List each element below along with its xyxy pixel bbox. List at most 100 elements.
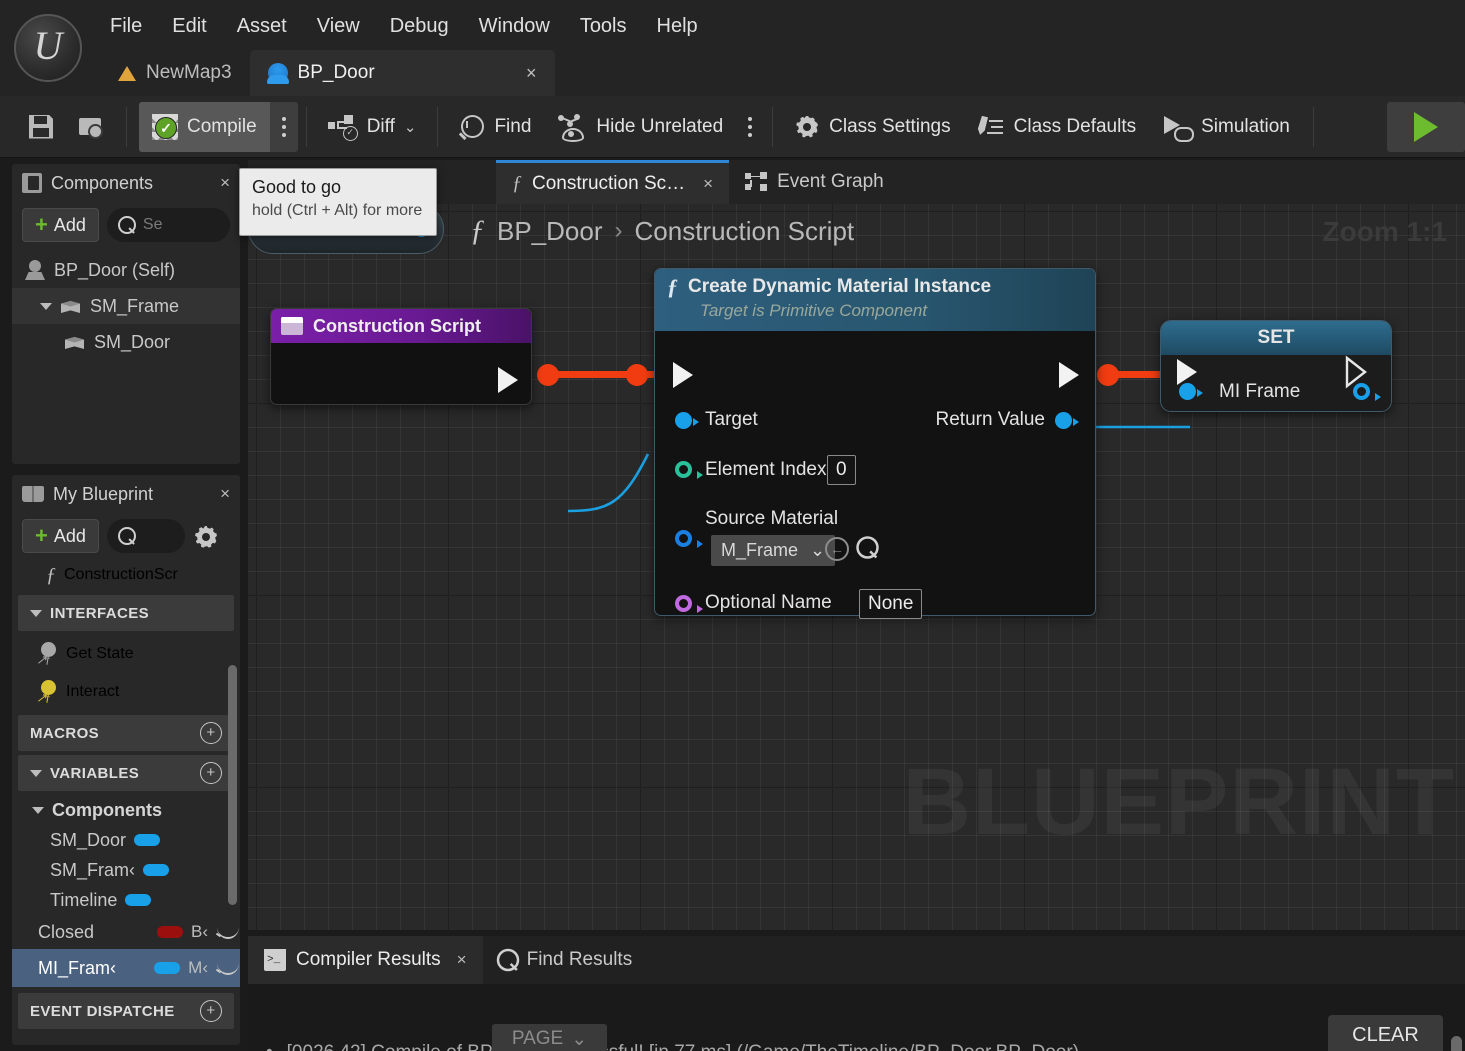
input-source-material-dropdown[interactable]: M_Frame ⌄ — [711, 535, 836, 566]
hide-unrelated-options-button[interactable] — [736, 116, 764, 137]
browse-to-asset-button[interactable]: ← — [825, 537, 849, 561]
menu-item-view[interactable]: View — [303, 10, 374, 43]
page-dropdown-button[interactable]: PAGE ⌄ — [492, 1024, 607, 1051]
blueprint-graph-canvas[interactable]: ƒ BP_Door › Construction Script Zoom 1:1… — [248, 204, 1465, 930]
my-blueprint-scrollbar[interactable] — [228, 665, 237, 905]
expander-triangle-icon[interactable] — [30, 769, 42, 777]
exec-input-pin[interactable] — [673, 362, 693, 388]
simulation-button[interactable]: Simulation — [1149, 104, 1303, 150]
expander-triangle-icon[interactable] — [30, 609, 42, 617]
graph-item-construction-script[interactable]: ƒ ConstructionScr — [12, 559, 240, 591]
add-variable-button[interactable]: + — [200, 762, 222, 784]
menu-item-window[interactable]: Window — [465, 10, 564, 43]
variable-group-label: Components — [52, 799, 162, 820]
hide-unrelated-button[interactable]: Hide Unrelated — [544, 104, 736, 150]
eye-hidden-icon[interactable] — [216, 961, 240, 975]
variable-type-label: B‹ — [191, 922, 208, 941]
add-event-dispatcher-button[interactable]: + — [200, 1000, 222, 1022]
components-search-input[interactable]: Se — [106, 208, 230, 242]
pin-mi-frame-input[interactable] — [1179, 383, 1203, 400]
expander-triangle-icon[interactable] — [40, 302, 52, 310]
browse-button[interactable] — [66, 104, 118, 150]
input-element-index[interactable]: 0 — [827, 455, 856, 485]
breadcrumb-root[interactable]: BP_Door — [497, 216, 603, 247]
compile-options-button[interactable] — [270, 116, 298, 137]
section-interfaces[interactable]: INTERFACES — [18, 595, 234, 631]
pin-optional-name[interactable] — [675, 595, 703, 613]
section-macros[interactable]: MACROS + — [18, 715, 234, 751]
add-macro-button[interactable]: + — [200, 722, 222, 744]
menu-item-file[interactable]: File — [96, 10, 156, 43]
tab-compiler-results[interactable]: Compiler Results × — [248, 936, 483, 984]
variable-row-timeline[interactable]: Timeline — [12, 885, 240, 915]
close-icon[interactable]: × — [220, 173, 230, 193]
components-add-button[interactable]: + Add — [22, 208, 99, 242]
asset-tab-bp-door[interactable]: BP_Door × — [249, 50, 555, 96]
variable-row-mi-frame[interactable]: MI_Fram‹ M‹ — [12, 949, 240, 987]
tab-event-graph[interactable]: Event Graph — [729, 160, 900, 204]
close-icon[interactable]: × — [220, 484, 230, 504]
close-icon[interactable]: × — [703, 174, 713, 194]
menu-item-debug[interactable]: Debug — [376, 10, 463, 43]
exec-wire-knob — [1097, 364, 1119, 386]
class-settings-button[interactable]: Class Settings — [781, 104, 963, 150]
breadcrumb: ƒ BP_Door › Construction Script — [470, 214, 854, 248]
menu-item-help[interactable]: Help — [643, 10, 712, 43]
menu-item-asset[interactable]: Asset — [223, 10, 301, 43]
component-row-sm-frame[interactable]: SM_Frame — [12, 288, 240, 324]
close-icon[interactable]: × — [457, 950, 467, 970]
component-row-self[interactable]: BP_Door (Self) — [12, 252, 240, 288]
variable-row-closed[interactable]: Closed B‹ — [12, 915, 240, 949]
asset-tab-bar: NewMap3 BP_Door × — [100, 50, 555, 96]
pin-return-value[interactable] — [1055, 412, 1079, 429]
map-icon — [118, 65, 136, 81]
gear-icon[interactable] — [193, 524, 217, 548]
pin-target[interactable] — [675, 412, 699, 429]
node-construction-script[interactable]: Construction Script — [270, 308, 532, 405]
save-button[interactable] — [16, 104, 66, 150]
unreal-engine-logo-icon[interactable]: U — [14, 14, 82, 82]
section-variables[interactable]: VARIABLES + — [18, 755, 234, 791]
component-row-sm-door[interactable]: SM_Door — [12, 324, 240, 360]
interface-function-icon: ↗ ƒ — [36, 644, 58, 666]
interface-item-interact[interactable]: ↗ ƒ Interact — [12, 673, 240, 711]
compiler-results-log[interactable]: • [0026.42] Compile of BP_Door successful… — [248, 984, 1465, 1051]
input-optional-name[interactable]: None — [859, 589, 923, 619]
variable-group-components[interactable]: Components — [12, 795, 240, 825]
my-blueprint-search-input[interactable] — [106, 519, 185, 553]
find-button[interactable]: Find — [446, 104, 544, 150]
class-defaults-button[interactable]: Class Defaults — [964, 104, 1150, 150]
pin-element-index[interactable] — [675, 461, 703, 479]
expander-triangle-icon[interactable] — [32, 806, 44, 814]
menu-item-edit[interactable]: Edit — [158, 10, 220, 43]
variable-row-sm-frame[interactable]: SM_Fram‹ — [12, 855, 240, 885]
exec-input-pin[interactable] — [1177, 359, 1197, 385]
section-event-dispatchers[interactable]: EVENT DISPATCHE + — [18, 993, 234, 1029]
interface-item-get-state[interactable]: ↗ ƒ Get State — [12, 635, 240, 673]
tab-find-results[interactable]: Find Results — [483, 936, 649, 984]
pin-mi-frame-output[interactable] — [1353, 383, 1381, 401]
node-set-mi-frame[interactable]: SET MI Frame — [1160, 320, 1392, 412]
asset-tab-newmap3[interactable]: NewMap3 — [100, 50, 250, 96]
compile-button[interactable]: Compile — [139, 101, 270, 152]
exec-wire-knob — [626, 364, 648, 386]
add-button-label: Add — [53, 525, 86, 546]
diff-button[interactable]: Diff ⌄ — [315, 104, 430, 150]
tab-construction-script[interactable]: ƒ Construction Sc… × — [496, 160, 730, 204]
play-button[interactable] — [1387, 101, 1465, 152]
components-panel: Components × + Add Se BP_Door (Self) SM_… — [12, 164, 240, 464]
clear-button[interactable]: CLEAR — [1328, 1015, 1443, 1051]
node-create-dynamic-material-instance[interactable]: ƒ Create Dynamic Material Instance Targe… — [654, 268, 1096, 619]
pin-source-material[interactable] — [675, 530, 703, 548]
log-scrollbar[interactable] — [1451, 1036, 1462, 1051]
eye-hidden-icon[interactable] — [216, 925, 240, 939]
search-icon[interactable] — [856, 536, 884, 564]
menu-item-tools[interactable]: Tools — [566, 10, 641, 43]
exec-output-pin[interactable] — [498, 367, 518, 393]
exec-output-pin[interactable] — [1059, 362, 1079, 388]
components-toolbar: + Add Se — [12, 202, 240, 248]
variable-row-sm-door[interactable]: SM_Door — [12, 825, 240, 855]
my-blueprint-add-button[interactable]: + Add — [22, 519, 99, 553]
close-icon[interactable]: × — [504, 63, 537, 84]
simulation-label: Simulation — [1201, 115, 1290, 137]
